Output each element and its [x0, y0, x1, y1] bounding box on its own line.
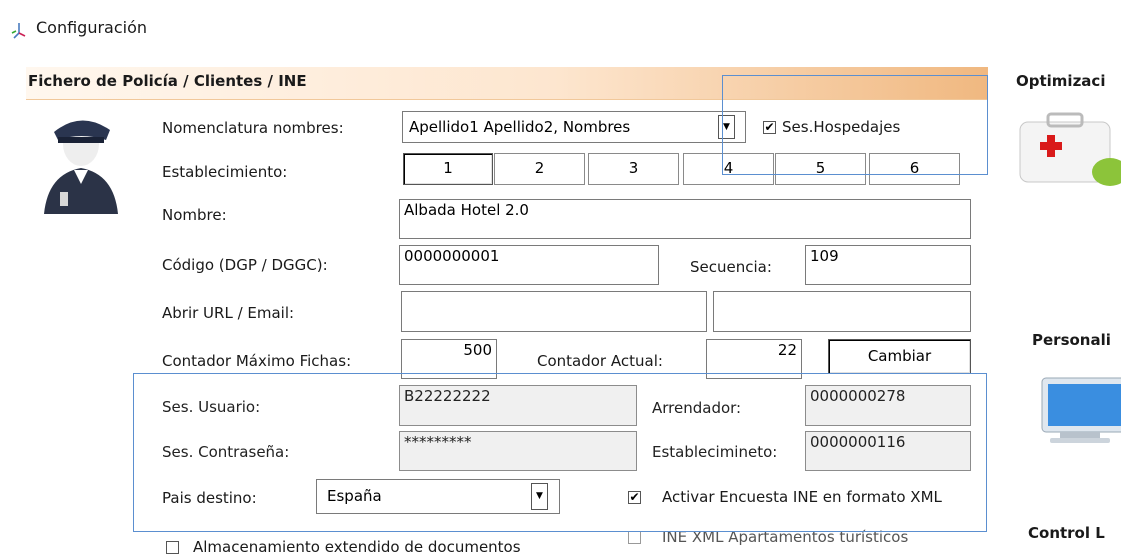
control-label: Control L [1028, 524, 1105, 542]
first-aid-kit-icon [1018, 112, 1121, 190]
highlight-box-ses [133, 373, 987, 532]
almacenamiento-checkbox[interactable] [166, 541, 179, 554]
nomenclatura-select[interactable]: Apellido1 Apellido2, Nombres [402, 111, 746, 143]
establecimiento-button-3[interactable]: 3 [588, 153, 679, 185]
codigo-field[interactable]: 0000000001 [399, 245, 659, 285]
almacenamiento-label: Almacenamiento extendido de documentos [193, 538, 521, 556]
highlight-box-hospedajes [722, 75, 988, 175]
settings-app-icon [8, 20, 30, 42]
contador-actual-label: Contador Actual: [537, 352, 663, 370]
secuencia-label: Secuencia: [690, 258, 772, 276]
abrir-url-label: Abrir URL / Email: [162, 304, 295, 322]
abrir-url-field[interactable] [401, 291, 707, 332]
establecimiento-label: Establecimiento: [162, 163, 288, 181]
contador-max-label: Contador Máximo Fichas: [162, 352, 352, 370]
personali-label: Personali [1032, 331, 1111, 349]
window-title: Configuración [36, 18, 148, 37]
optimizacion-label: Optimizaci [1016, 72, 1106, 90]
establecimiento-button-1[interactable]: 1 [403, 153, 493, 185]
section-title: Fichero de Policía / Clientes / INE [28, 72, 307, 90]
cambiar-button[interactable]: Cambiar [828, 339, 971, 374]
monitor-icon [1040, 374, 1121, 448]
secuencia-field[interactable]: 109 [805, 245, 971, 285]
nombre-field[interactable]: Albada Hotel 2.0 [399, 199, 971, 239]
nombre-label: Nombre: [162, 206, 227, 224]
police-officer-icon [40, 110, 122, 214]
ine-xml-checkbox[interactable] [628, 531, 641, 544]
establecimiento-button-2[interactable]: 2 [494, 153, 585, 185]
nomenclatura-label: Nomenclatura nombres: [162, 119, 344, 137]
email-field[interactable] [713, 291, 971, 332]
codigo-label: Código (DGP / DGGC): [162, 256, 328, 274]
